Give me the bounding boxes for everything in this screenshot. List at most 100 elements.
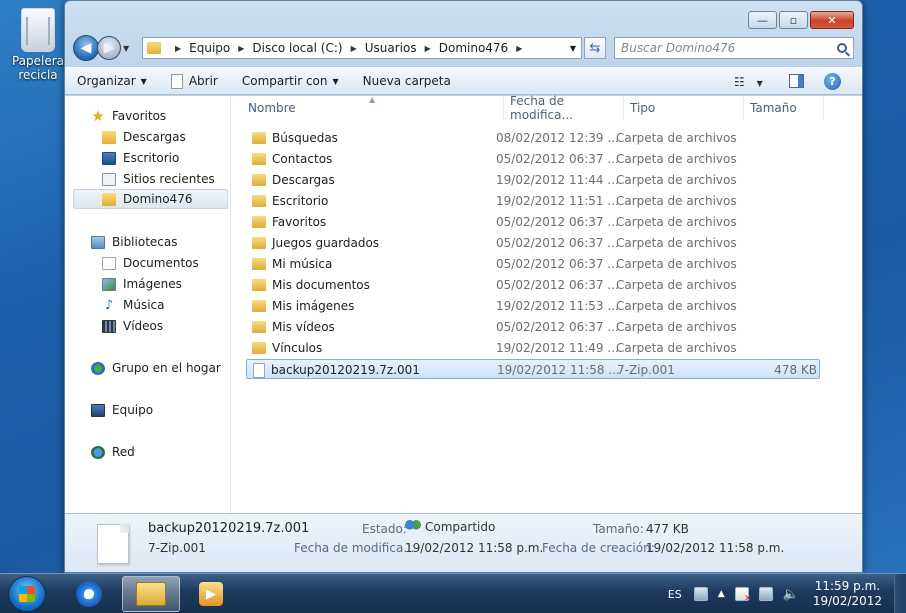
- file-name: Escritorio: [272, 194, 329, 208]
- recycle-bin-label-2: recicla: [18, 68, 58, 82]
- clock-date: 19/02/2012: [812, 594, 882, 608]
- windows-explorer-icon: [136, 582, 166, 606]
- search-icon[interactable]: [837, 43, 847, 53]
- internet-explorer-icon: e: [76, 581, 102, 607]
- breadcrumb-domino476[interactable]: Domino476: [439, 41, 508, 55]
- file-type: Carpeta de archivos: [616, 152, 737, 166]
- back-button[interactable]: ◀: [73, 35, 99, 61]
- address-bar[interactable]: ▶ Equipo ▶ Disco local (C:) ▶ Usuarios ▶ Do…: [142, 37, 582, 59]
- chevron-right-icon[interactable]: ▶: [425, 44, 431, 53]
- nav-item-descargas[interactable]: Descargas: [102, 127, 186, 147]
- folder-row[interactable]: Búsquedas 08/02/2012 12:39 ... Carpeta de …: [246, 128, 820, 148]
- folder-icon: [147, 42, 161, 54]
- taskbar-media-player[interactable]: ▶: [182, 576, 240, 612]
- nav-item-imagenes[interactable]: Imágenes: [102, 274, 182, 294]
- folder-row[interactable]: Escritorio 19/02/2012 11:51 ... Carpeta de…: [246, 191, 820, 211]
- clock[interactable]: 11:59 p.m. 19/02/2012: [813, 579, 882, 609]
- nav-item-escritorio[interactable]: Escritorio: [102, 148, 179, 168]
- file-name: Descargas: [272, 173, 335, 187]
- nav-libraries[interactable]: Bibliotecas: [91, 232, 177, 252]
- folder-icon: [252, 342, 266, 354]
- folder-row[interactable]: Descargas 19/02/2012 11:44 ... Carpeta de …: [246, 170, 820, 190]
- folder-icon: [252, 258, 266, 270]
- chevron-right-icon[interactable]: ▶: [175, 44, 181, 53]
- keyboard-icon[interactable]: [693, 587, 708, 601]
- file-name-cell: Descargas: [252, 170, 335, 190]
- nav-item-label: Música: [123, 298, 165, 312]
- breadcrumb-equipo[interactable]: Equipo: [189, 41, 230, 55]
- nav-item-label: Imágenes: [123, 277, 182, 291]
- folder-row[interactable]: Mi música 05/02/2012 06:37 ... Carpeta de …: [246, 254, 820, 274]
- network-status-icon[interactable]: [758, 587, 773, 601]
- shared-users-icon: [405, 520, 421, 532]
- nav-buttons: ◀ ▶ ▼: [73, 35, 135, 61]
- preview-pane-icon[interactable]: [789, 74, 804, 88]
- language-indicator[interactable]: ES: [668, 588, 682, 601]
- organize-button[interactable]: Organizar ▼: [65, 74, 159, 88]
- file-date: 05/02/2012 06:37 ...: [496, 236, 619, 250]
- details-filename: backup20120219.7z.001: [148, 521, 310, 536]
- file-date: 19/02/2012 11:49 ...: [496, 341, 619, 355]
- minimize-button[interactable]: —: [748, 11, 777, 29]
- column-header-name[interactable]: Nombre: [242, 96, 504, 120]
- file-name: Juegos guardados: [272, 236, 380, 250]
- chevron-right-icon[interactable]: ▶: [351, 44, 357, 53]
- nav-network[interactable]: Red: [91, 442, 135, 462]
- taskbar-windows-explorer[interactable]: [122, 576, 180, 612]
- column-header-size[interactable]: Tamaño: [744, 96, 824, 120]
- chevron-right-icon[interactable]: ▶: [516, 44, 522, 53]
- folder-row[interactable]: Contactos 05/02/2012 06:37 ... Carpeta de …: [246, 149, 820, 169]
- nav-item-domino476[interactable]: Domino476: [73, 189, 228, 209]
- show-desktop-button[interactable]: [894, 574, 906, 613]
- file-row[interactable]: backup20120219.7z.001 19/02/2012 11:58 ..…: [246, 359, 820, 379]
- folder-row[interactable]: Vínculos 19/02/2012 11:49 ... Carpeta de a…: [246, 338, 820, 358]
- refresh-icon: ⇆: [589, 40, 601, 56]
- recycle-bin-desktop-icon[interactable]: Papelera recicla: [8, 4, 68, 82]
- refresh-button[interactable]: ⇆: [584, 37, 606, 59]
- open-button[interactable]: Abrir: [159, 73, 230, 89]
- folder-row[interactable]: Mis vídeos 05/02/2012 06:37 ... Carpeta de…: [246, 317, 820, 337]
- folder-row[interactable]: Favoritos 05/02/2012 06:37 ... Carpeta de …: [246, 212, 820, 232]
- speaker-icon[interactable]: 🔈: [783, 587, 799, 602]
- folder-row[interactable]: Juegos guardados 05/02/2012 06:37 ... Carp…: [246, 233, 820, 253]
- column-header-type[interactable]: Tipo: [624, 96, 744, 120]
- nav-computer[interactable]: Equipo: [91, 400, 153, 420]
- nav-item-musica[interactable]: ♪ Música: [102, 295, 165, 315]
- file-list-pane: ▲ Nombre Fecha de modifica... Tipo Tamañ…: [232, 94, 862, 513]
- file-name-cell: Mis vídeos: [252, 317, 335, 337]
- column-header-date[interactable]: Fecha de modifica...: [504, 94, 624, 122]
- action-center-flag-icon[interactable]: [734, 587, 752, 604]
- show-hidden-icons-icon[interactable]: ▲: [718, 589, 725, 599]
- chevron-right-icon[interactable]: ▶: [238, 44, 244, 53]
- share-button[interactable]: Compartir con ▼: [230, 74, 351, 88]
- recent-pages-dropdown[interactable]: ▼: [123, 44, 135, 53]
- forward-button[interactable]: ▶: [97, 36, 121, 60]
- start-button[interactable]: [8, 576, 46, 612]
- nav-homegroup[interactable]: Grupo en el hogar: [91, 358, 221, 378]
- nav-item-videos[interactable]: Vídeos: [102, 316, 163, 336]
- desktop-icon: [102, 151, 116, 165]
- maximize-button[interactable]: ▫: [779, 11, 808, 29]
- document-icon: [170, 73, 183, 89]
- organize-label: Organizar: [77, 74, 136, 88]
- breadcrumb-disco-local[interactable]: Disco local (C:): [252, 41, 342, 55]
- column-headers: ▲ Nombre Fecha de modifica... Tipo Tamañ…: [232, 94, 862, 122]
- file-name: Mis imágenes: [272, 299, 355, 313]
- nav-item-label: Descargas: [123, 130, 186, 144]
- search-input[interactable]: Buscar Domino476: [614, 37, 854, 59]
- taskbar-internet-explorer[interactable]: e: [60, 576, 118, 612]
- file-name-cell: Favoritos: [252, 212, 326, 232]
- nav-item-sitios-recientes[interactable]: Sitios recientes: [102, 169, 215, 189]
- folder-row[interactable]: Mis documentos 05/02/2012 06:37 ... Carpet…: [246, 275, 820, 295]
- help-icon[interactable]: ?: [824, 73, 841, 90]
- view-options-button[interactable]: ☷ ▼: [734, 75, 763, 89]
- new-folder-button[interactable]: Nueva carpeta: [351, 74, 463, 88]
- breadcrumb-usuarios[interactable]: Usuarios: [365, 41, 417, 55]
- libraries-icon: [91, 235, 105, 249]
- nav-favorites[interactable]: ★ Favoritos: [91, 106, 166, 126]
- nav-item-documentos[interactable]: Documentos: [102, 253, 199, 273]
- folder-row[interactable]: Mis imágenes 19/02/2012 11:53 ... Carpeta …: [246, 296, 820, 316]
- close-button[interactable]: ✕: [810, 11, 854, 29]
- nav-item-label: Vídeos: [123, 319, 164, 333]
- address-dropdown-icon[interactable]: ▼: [565, 44, 581, 53]
